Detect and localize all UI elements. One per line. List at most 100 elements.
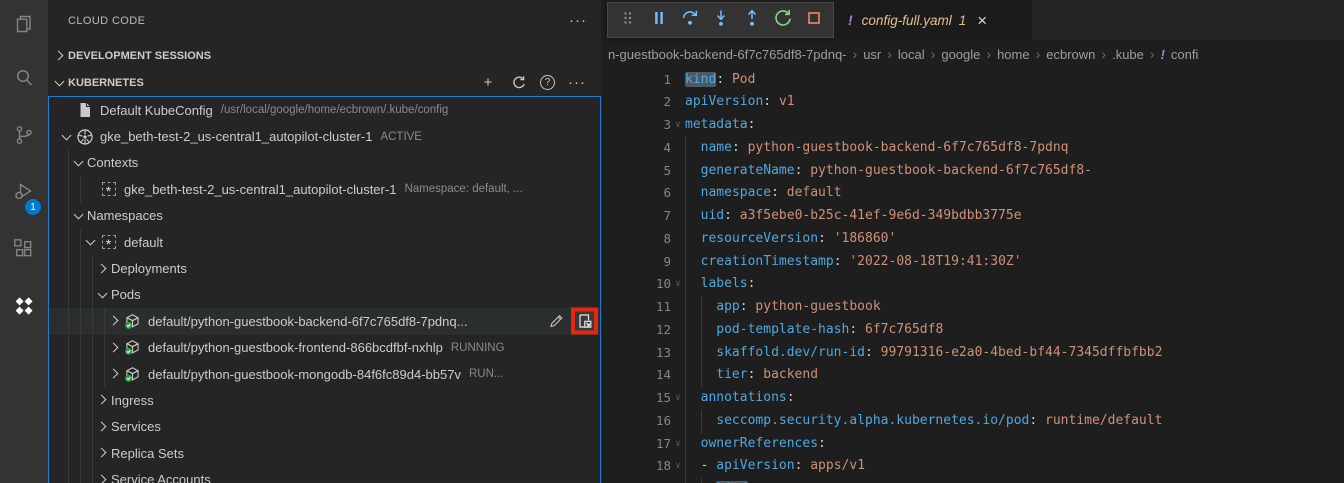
- indent-guide: [701, 410, 717, 433]
- code-line-7: 7 uid: a3f5ebe0-b25c-41ef-9e6d-349bdbb37…: [601, 205, 1344, 228]
- tree-item-default[interactable]: *default: [49, 229, 600, 255]
- chevron-right-icon[interactable]: [95, 392, 111, 408]
- refresh-icon[interactable]: [510, 75, 526, 91]
- chevron-right-icon[interactable]: [107, 340, 123, 356]
- tree-item-contexts[interactable]: Contexts: [49, 150, 600, 176]
- activity-run-debug-icon[interactable]: 1: [0, 166, 48, 223]
- breadcrumb-separator: ›: [1101, 46, 1106, 62]
- section-label: DEVELOPMENT SESSIONS: [68, 50, 593, 62]
- breadcrumb-item[interactable]: usr: [863, 47, 881, 62]
- activity-source-control-icon[interactable]: [0, 109, 48, 166]
- chevron-down-icon[interactable]: [83, 234, 99, 250]
- help-icon[interactable]: ?: [540, 75, 555, 90]
- sidebar-more-icon[interactable]: ···: [569, 16, 587, 26]
- breadcrumb-item[interactable]: google: [941, 47, 980, 62]
- indent-guide: [95, 361, 107, 387]
- fold-gutter: [671, 137, 685, 160]
- indent-guide: [685, 182, 701, 205]
- tree-item-namespaces[interactable]: Namespaces: [49, 203, 600, 229]
- pod-icon: [123, 312, 142, 331]
- indent-guide: [71, 466, 83, 483]
- tree-item-description: ACTIVE: [380, 131, 422, 143]
- activity-extensions-icon[interactable]: [0, 223, 48, 280]
- tree-item-pods[interactable]: Pods: [49, 282, 600, 308]
- section-kubernetes[interactable]: KUBERNETES +?···: [48, 69, 601, 96]
- inline-actions: [548, 308, 598, 335]
- activity-search-icon[interactable]: [0, 52, 48, 109]
- tree-item-description: RUN...: [469, 368, 504, 380]
- chevron-down-icon[interactable]: [71, 155, 87, 171]
- fold-chevron-icon[interactable]: ∨: [671, 387, 685, 410]
- code-text: ownerReferences:: [685, 433, 826, 456]
- stop-button[interactable]: [798, 5, 829, 35]
- activity-explorer-icon[interactable]: [0, 0, 48, 52]
- context-icon: *: [99, 233, 118, 252]
- k8s-icon: [75, 127, 94, 146]
- tree-item-service-accounts[interactable]: Service Accounts: [49, 466, 600, 483]
- indent-guide: [59, 229, 71, 255]
- breadcrumb-item-file[interactable]: !confi: [1161, 47, 1199, 62]
- line-number: 4: [601, 137, 671, 160]
- chevron-right-icon[interactable]: [107, 313, 123, 329]
- fold-chevron-icon[interactable]: ∨: [671, 455, 685, 478]
- tree-item-default-python-guestbook-mongodb-84f6fc8[interactable]: default/python-guestbook-mongodb-84f6fc8…: [49, 361, 600, 387]
- indent-guide: [71, 361, 83, 387]
- tree-item-services[interactable]: Services: [49, 414, 600, 440]
- chevron-none-icon: [83, 181, 99, 197]
- step-into-button[interactable]: [705, 5, 736, 35]
- breadcrumb-item[interactable]: local: [898, 47, 925, 62]
- indent-guide: [83, 387, 95, 413]
- open-file-button[interactable]: [576, 313, 593, 330]
- indent-guide: [71, 387, 83, 413]
- tree-item-default-kubeconfig[interactable]: Default KubeConfig/usr/local/google/home…: [49, 97, 600, 123]
- tree-item-gke-beth-test-2-us-central1-autopilot-cl[interactable]: gke_beth-test-2_us-central1_autopilot-cl…: [49, 123, 600, 149]
- section-development-sessions[interactable]: DEVELOPMENT SESSIONS: [48, 42, 601, 69]
- code-line-14: 14 tier: backend: [601, 364, 1344, 387]
- chevron-right-icon[interactable]: [95, 419, 111, 435]
- step-over-button[interactable]: [674, 5, 705, 35]
- editor-group: ! config-full.yaml 1 × n-guestbook-backe…: [601, 0, 1344, 483]
- indent-guide: [83, 335, 95, 361]
- code-line-11: 11 app: python-guestbook: [601, 296, 1344, 319]
- drag-handle-button[interactable]: [612, 5, 643, 35]
- chevron-right-icon[interactable]: [95, 472, 111, 483]
- fold-chevron-icon[interactable]: ∨: [671, 433, 685, 456]
- edit-button[interactable]: [548, 313, 565, 330]
- indent-guide: [685, 137, 701, 160]
- activity-cloud-code-icon[interactable]: [0, 280, 48, 337]
- tree-item-gke-beth-test-2-us-central1-autopilot-cl[interactable]: *gke_beth-test-2_us-central1_autopilot-c…: [49, 176, 600, 202]
- breadcrumb-item[interactable]: home: [997, 47, 1030, 62]
- add-icon[interactable]: +: [480, 75, 496, 91]
- close-icon[interactable]: ×: [977, 12, 987, 29]
- pause-button[interactable]: [643, 5, 674, 35]
- more-icon[interactable]: ···: [569, 75, 585, 91]
- line-number: 2: [601, 91, 671, 114]
- tree-item-label: Contexts: [87, 155, 138, 170]
- tree-item-replica-sets[interactable]: Replica Sets: [49, 440, 600, 466]
- line-number: 15: [601, 387, 671, 410]
- chevron-down-icon[interactable]: [71, 208, 87, 224]
- breadcrumb-item[interactable]: n-guestbook-backend-6f7c765df8-7pdnq-: [608, 47, 847, 62]
- restart-button[interactable]: [767, 5, 798, 35]
- code-line-1: 1kind: Pod: [601, 69, 1344, 92]
- chevron-right-icon[interactable]: [107, 366, 123, 382]
- tree-item-ingress[interactable]: Ingress: [49, 387, 600, 413]
- chevron-right-icon[interactable]: [95, 261, 111, 277]
- tree-item-default-python-guestbook-frontend-866bcd[interactable]: default/python-guestbook-frontend-866bcd…: [49, 335, 600, 361]
- tab-config-full-yaml[interactable]: ! config-full.yaml 1 ×: [838, 0, 1032, 40]
- chevron-right-icon[interactable]: [95, 445, 111, 461]
- fold-chevron-icon[interactable]: ∨: [671, 273, 685, 296]
- chevron-down-icon[interactable]: [95, 287, 111, 303]
- fold-chevron-icon[interactable]: ∨: [671, 114, 685, 137]
- step-out-button[interactable]: [736, 5, 767, 35]
- code-text: uid: a3f5ebe0-b25c-41ef-9e6d-349bdbb3775…: [685, 205, 1022, 228]
- breadcrumb-item[interactable]: ecbrown: [1046, 47, 1095, 62]
- breadcrumb-separator: ›: [887, 46, 892, 62]
- tree-item-deployments[interactable]: Deployments: [49, 255, 600, 281]
- tree-item-label: default/python-guestbook-mongodb-84f6fc8…: [148, 367, 461, 382]
- yaml-editor[interactable]: 1kind: Pod2apiVersion: v13∨metadata:4 na…: [601, 69, 1344, 483]
- chevron-down-icon[interactable]: [59, 129, 75, 145]
- tree-item-default-python-guestbook-backend-6f7c765[interactable]: default/python-guestbook-backend-6f7c765…: [49, 308, 600, 334]
- breadcrumb-item[interactable]: .kube: [1112, 47, 1144, 62]
- indent-guide: [83, 414, 95, 440]
